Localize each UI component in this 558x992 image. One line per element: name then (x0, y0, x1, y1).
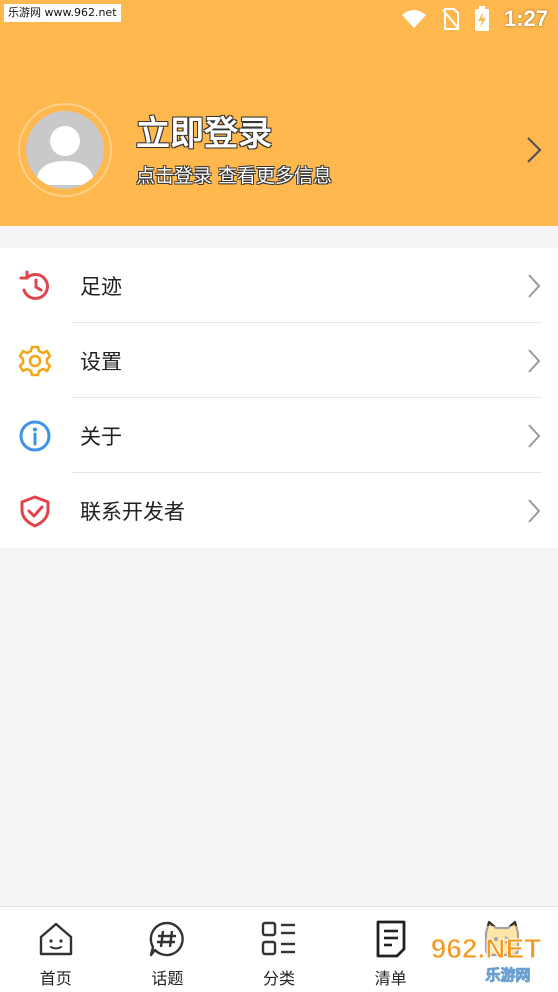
chevron-right-icon (528, 498, 541, 523)
menu-item-label: 联系开发者 (80, 499, 185, 524)
status-time: 1:27 (503, 6, 548, 31)
chevron-right-icon (528, 348, 541, 373)
tab-label: 话题 (151, 969, 184, 988)
shield-check-icon (20, 495, 50, 527)
hashtag-chat-icon (150, 921, 185, 957)
status-icons: 1:27 (400, 6, 548, 32)
top-watermark: 乐游网 www.962.net (4, 4, 121, 22)
history-icon (19, 270, 49, 300)
tab-categories[interactable]: 分类 (223, 907, 335, 992)
chevron-right-icon (528, 273, 541, 298)
chevron-right-icon (528, 423, 541, 448)
document-list-icon (376, 920, 405, 958)
login-subtitle: 点击登录 查看更多信息 (136, 164, 333, 187)
category-list-icon (261, 921, 295, 956)
login-text: 立即登录 点击登录 查看更多信息 (136, 113, 524, 188)
tab-home[interactable]: 首页 (0, 907, 112, 992)
watermark-name: 乐游网 (485, 966, 530, 984)
avatar-ring (18, 103, 112, 197)
menu-item-contact-developer[interactable]: 联系开发者 (0, 473, 558, 548)
menu-item-history[interactable]: 足迹 (0, 248, 558, 323)
menu-item-label: 足迹 (80, 274, 122, 299)
menu-item-label: 关于 (80, 424, 122, 449)
tab-label: 首页 (39, 969, 72, 988)
battery-charging-icon (474, 6, 489, 31)
profile-header: 乐游网 www.962.net 1:27 立即登录 点击登录 查看更多信息 (0, 0, 558, 226)
menu-item-about[interactable]: 关于 (0, 398, 558, 473)
wifi-icon (401, 10, 426, 28)
default-user-icon (36, 126, 94, 185)
login-title[interactable]: 立即登录 (136, 113, 524, 155)
tab-label: 清单 (374, 969, 407, 988)
tab-topics[interactable]: 话题 (112, 907, 224, 992)
chevron-right-icon (527, 137, 542, 163)
status-bar: 乐游网 www.962.net 1:27 (0, 0, 558, 38)
menu-item-settings[interactable]: 设置 (0, 323, 558, 398)
no-sim-icon (442, 8, 460, 30)
settings-menu: 足迹 设置 关于 联系开发者 (0, 248, 558, 548)
avatar[interactable] (26, 111, 104, 189)
watermark-brand: 962.NET (431, 933, 542, 964)
gear-icon (18, 345, 52, 376)
menu-item-label: 设置 (80, 349, 122, 374)
tab-label: 分类 (262, 969, 295, 988)
login-prompt[interactable]: 立即登录 点击登录 查看更多信息 (18, 102, 544, 198)
watermark-logo: 962.NET 乐游网 (416, 926, 556, 988)
info-icon (19, 420, 51, 451)
home-icon (39, 922, 72, 956)
